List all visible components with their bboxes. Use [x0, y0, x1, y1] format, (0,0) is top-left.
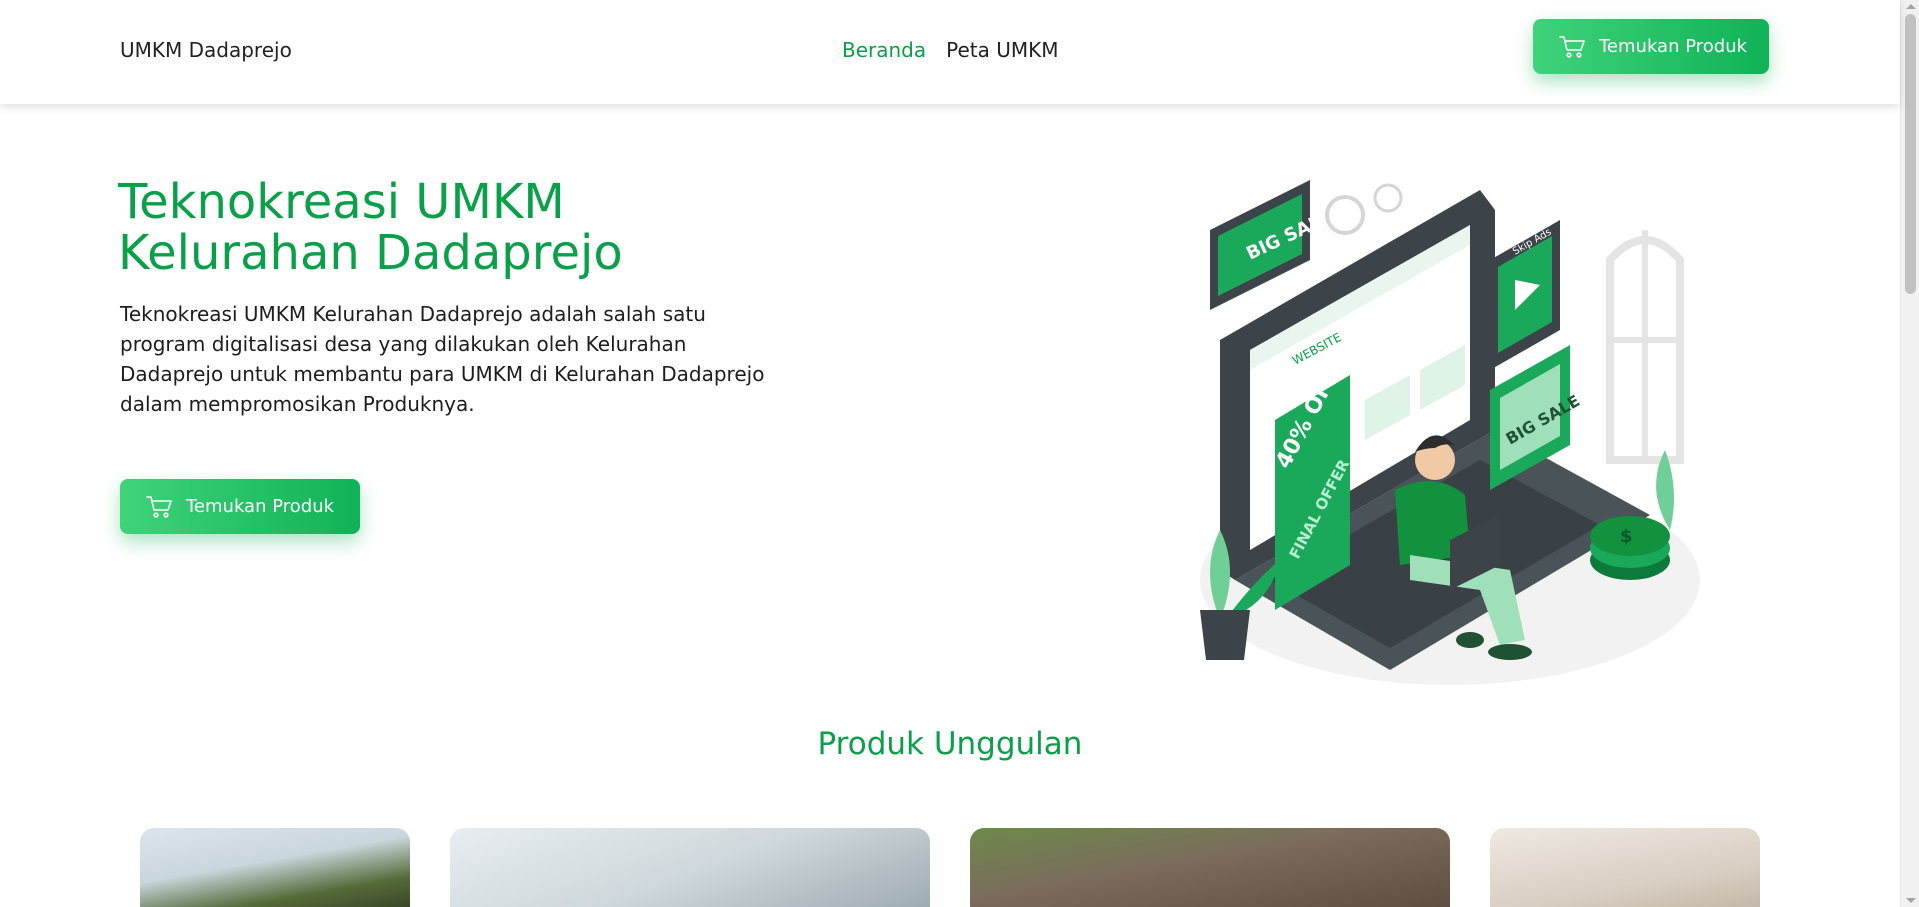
featured-products-title: Produk Unggulan [817, 726, 1083, 762]
nav-links: Beranda Peta UMKM [842, 38, 1059, 62]
find-products-label: Temukan Produk [1599, 36, 1748, 57]
top-navbar: UMKM Dadaprejo Beranda Peta UMKM Temukan… [0, 0, 1900, 104]
hero-find-products-button[interactable]: Temukan Produk [120, 479, 360, 534]
online-shopping-illustration: WEBSITE BIG SALE 40% OFF FINAL OFFER Ski… [1180, 170, 1710, 690]
nav-link-peta-umkm[interactable]: Peta UMKM [946, 38, 1058, 62]
hero-title-line1: Teknokreasi UMKM [118, 174, 565, 230]
page-scrollbar[interactable] [1900, 0, 1919, 907]
brand-name[interactable]: UMKM Dadaprejo [120, 38, 292, 62]
cart-icon [1559, 35, 1587, 59]
hero-title-line2: Kelurahan Dadaprejo [118, 225, 623, 281]
product-card[interactable] [1490, 828, 1760, 907]
cart-icon [146, 495, 174, 519]
scrollbar-thumb[interactable] [1905, 14, 1916, 294]
svg-text:$: $ [1620, 526, 1633, 547]
hero-find-products-label: Temukan Produk [186, 496, 335, 517]
scroll-up-arrow-icon[interactable] [1906, 4, 1916, 9]
scroll-down-arrow-icon[interactable] [1906, 898, 1916, 903]
hero-description: Teknokreasi UMKM Kelurahan Dadaprejo ada… [120, 302, 765, 416]
product-card[interactable] [450, 828, 930, 907]
find-products-button[interactable]: Temukan Produk [1533, 19, 1769, 74]
product-card[interactable] [970, 828, 1450, 907]
product-card[interactable] [140, 828, 410, 907]
hero-title: Teknokreasi UMKM Kelurahan Dadaprejo [118, 177, 838, 279]
nav-link-beranda[interactable]: Beranda [842, 38, 926, 62]
